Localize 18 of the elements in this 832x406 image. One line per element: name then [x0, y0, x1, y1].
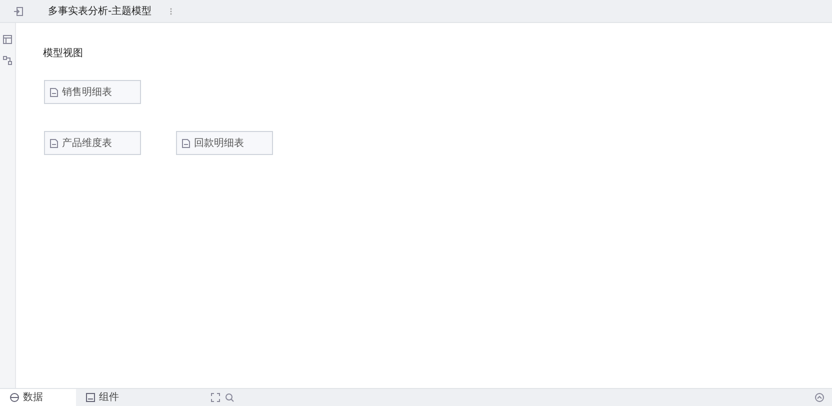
document-icon: [50, 138, 58, 148]
table-node[interactable]: 产品维度表: [44, 131, 141, 155]
window-title: 多事实表分析-主题模型: [48, 4, 152, 18]
exit-icon[interactable]: [14, 6, 23, 16]
bottom-tab[interactable]: 数据: [0, 388, 76, 406]
widget-icon: [86, 393, 95, 402]
canvas-title: 模型视图: [43, 46, 83, 61]
table-node[interactable]: 销售明细表: [44, 80, 141, 104]
more-icon[interactable]: [170, 8, 172, 14]
model-icon[interactable]: [3, 56, 12, 65]
zoom-fit-icon[interactable]: [211, 393, 220, 402]
table-node[interactable]: 回款明细表: [176, 131, 273, 155]
database-icon: [10, 393, 19, 402]
document-icon: [182, 138, 190, 148]
zoom-icon[interactable]: [225, 393, 234, 402]
table-icon[interactable]: [3, 35, 12, 44]
collapse-icon[interactable]: [815, 393, 824, 402]
document-icon: [50, 88, 58, 96]
